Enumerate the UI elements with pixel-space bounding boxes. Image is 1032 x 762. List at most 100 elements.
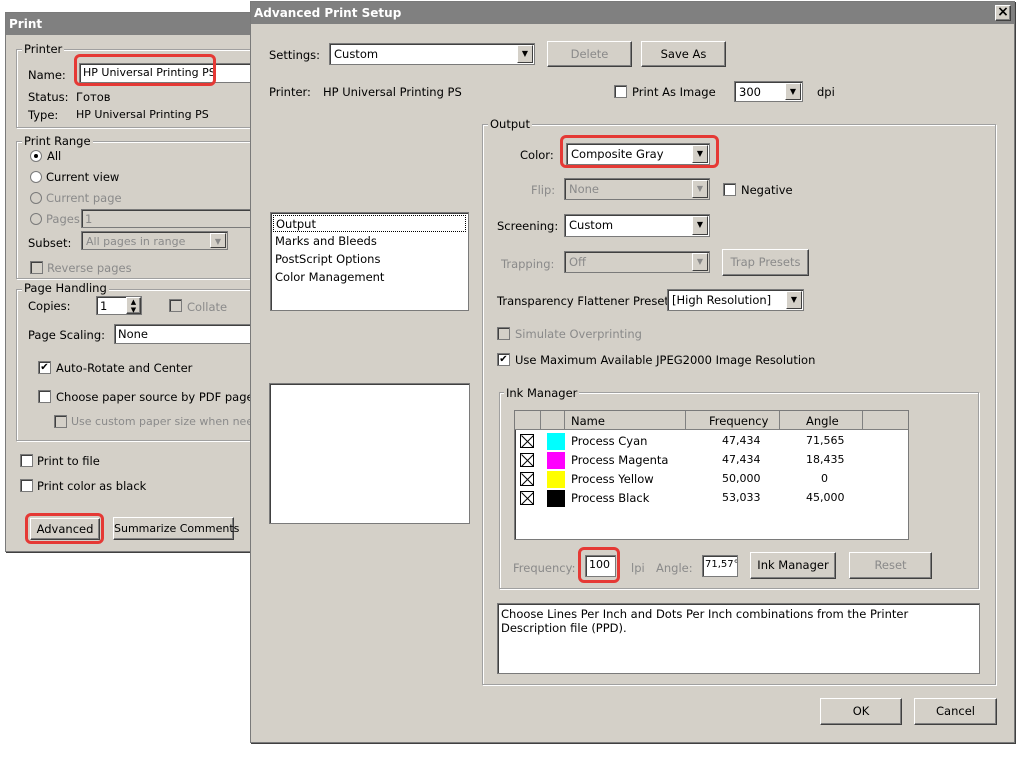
ink-row[interactable]: Process Magenta 47,434 18,435	[515, 451, 908, 470]
screening-select[interactable]: Custom ▼	[564, 214, 710, 237]
ink-swatch	[547, 452, 565, 469]
ink-name: Process Cyan	[571, 434, 648, 448]
screening-label: Screening:	[497, 219, 559, 233]
ink-name: Process Yellow	[571, 472, 654, 486]
spinner-arrows-icon[interactable]: ▲ ▼	[126, 297, 141, 314]
color-label: Color:	[520, 148, 554, 162]
subset-value: All pages in range	[86, 235, 186, 248]
ink-header-angle-divider	[862, 411, 863, 430]
print-ink-checkbox[interactable]	[520, 472, 534, 486]
cancel-button[interactable]: Cancel	[914, 698, 997, 725]
category-output[interactable]: Output	[273, 215, 466, 232]
frequency-label: Frequency:	[513, 561, 576, 575]
printer-label: Printer:	[269, 85, 311, 99]
range-current-view-radio[interactable]	[30, 171, 42, 183]
chevron-down-icon: ▼	[786, 291, 802, 309]
trapping-label: Trapping:	[501, 257, 555, 271]
pages-input: 1	[81, 209, 261, 228]
advanced-highlight	[25, 513, 104, 544]
print-to-file-label[interactable]: Print to file	[37, 454, 100, 468]
ink-header-angle[interactable]: Angle	[806, 414, 839, 428]
subset-label: Subset:	[28, 236, 72, 250]
ink-table[interactable]: Name Frequency Angle Process Cyan 47,434…	[514, 410, 909, 540]
output-group-label: Output	[488, 117, 532, 131]
ink-row[interactable]: Process Yellow 50,000 0	[515, 470, 908, 489]
printer-type-label: Type:	[28, 108, 59, 122]
category-postscript-options[interactable]: PostScript Options	[275, 252, 380, 266]
flattener-label: Transparency Flattener Preset:	[497, 294, 673, 308]
preview-box	[269, 383, 470, 524]
chevron-down-icon: ▼	[210, 233, 226, 248]
printer-group-label: Printer	[22, 42, 65, 56]
ink-header-frequency[interactable]: Frequency	[709, 414, 768, 428]
ink-frequency: 50,000	[722, 472, 761, 485]
jpeg2000-label[interactable]: Use Maximum Available JPEG2000 Image Res…	[515, 353, 815, 367]
save-as-button[interactable]: Save As	[641, 41, 726, 67]
ink-manager-button[interactable]: Ink Manager	[750, 552, 836, 579]
print-range-label: Print Range	[22, 134, 93, 148]
angle-input[interactable]: 71,57°	[702, 555, 738, 577]
collate-label: Collate	[187, 300, 228, 314]
range-current-view-label[interactable]: Current view	[46, 170, 119, 184]
category-color-management[interactable]: Color Management	[275, 270, 384, 284]
print-ink-checkbox[interactable]	[520, 453, 534, 467]
dpi-select[interactable]: 300 ▼	[734, 81, 803, 102]
category-list[interactable]: Output Marks and Bleeds PostScript Optio…	[270, 212, 469, 311]
collate-checkbox	[169, 299, 182, 312]
advanced-print-setup-dialog: Advanced Print Setup × Settings: Custom …	[250, 1, 1015, 743]
range-current-page-radio	[30, 192, 42, 204]
settings-label: Settings:	[269, 48, 321, 62]
ink-frequency: 47,434	[722, 453, 761, 466]
range-all-label[interactable]: All	[47, 149, 61, 163]
frequency-highlight	[578, 547, 620, 583]
category-marks-and-bleeds[interactable]: Marks and Bleeds	[275, 234, 377, 248]
print-ink-checkbox[interactable]	[520, 434, 534, 448]
ink-name: Process Black	[571, 491, 650, 505]
jpeg2000-checkbox[interactable]: ✔	[497, 353, 510, 366]
page-scaling-select[interactable]: None	[114, 324, 261, 344]
close-icon[interactable]: ×	[995, 5, 1011, 21]
custom-paper-label: Use custom paper size when needed	[71, 415, 274, 428]
ink-swatch	[547, 471, 565, 488]
settings-value: Custom	[334, 47, 379, 61]
print-black-checkbox[interactable]	[20, 479, 33, 492]
ink-header-name[interactable]: Name	[571, 414, 605, 428]
paper-source-checkbox[interactable]	[38, 390, 51, 403]
range-current-page-label: Current page	[46, 191, 122, 205]
settings-select[interactable]: Custom ▼	[329, 43, 535, 65]
ink-header-frequency-divider	[779, 411, 780, 430]
print-as-image-checkbox[interactable]	[614, 85, 627, 98]
ink-row[interactable]: Process Cyan 47,434 71,565	[515, 432, 908, 451]
range-all-radio[interactable]	[30, 150, 42, 162]
paper-source-label[interactable]: Choose paper source by PDF page size	[56, 390, 280, 404]
chevron-down-icon: ▼	[692, 180, 708, 198]
printer-type-value: HP Universal Printing PS	[76, 108, 209, 121]
print-ink-checkbox[interactable]	[520, 491, 534, 505]
negative-label[interactable]: Negative	[741, 183, 793, 197]
auto-rotate-checkbox[interactable]: ✔	[38, 361, 51, 374]
print-as-image-label[interactable]: Print As Image	[632, 85, 716, 99]
dpi-label: dpi	[817, 85, 835, 99]
ink-row[interactable]: Process Black 53,033 45,000	[515, 489, 908, 508]
reset-button: Reset	[849, 552, 932, 579]
angle-label: Angle:	[656, 561, 693, 575]
ink-angle: 18,435	[806, 453, 845, 466]
dpi-value: 300	[739, 85, 761, 99]
reverse-pages-checkbox	[30, 261, 43, 274]
lpi-label: lpi	[631, 561, 645, 575]
print-to-file-checkbox[interactable]	[20, 454, 33, 467]
auto-rotate-label[interactable]: Auto-Rotate and Center	[56, 361, 192, 375]
trapping-value: Off	[569, 255, 586, 269]
summarize-comments-button[interactable]: Summarize Comments	[113, 517, 239, 540]
ok-button[interactable]: OK	[820, 698, 902, 725]
copies-label: Copies:	[28, 299, 71, 313]
chevron-down-icon: ▼	[517, 45, 533, 63]
flip-value: None	[569, 182, 600, 196]
negative-checkbox[interactable]	[723, 183, 736, 196]
chevron-down-icon: ▼	[692, 216, 708, 235]
flattener-select[interactable]: [High Resolution] ▼	[667, 289, 804, 311]
ink-angle: 71,565	[806, 434, 845, 447]
ink-header-name-divider	[685, 411, 686, 430]
print-black-label[interactable]: Print color as black	[37, 479, 146, 493]
trapping-select: Off ▼	[564, 251, 710, 273]
